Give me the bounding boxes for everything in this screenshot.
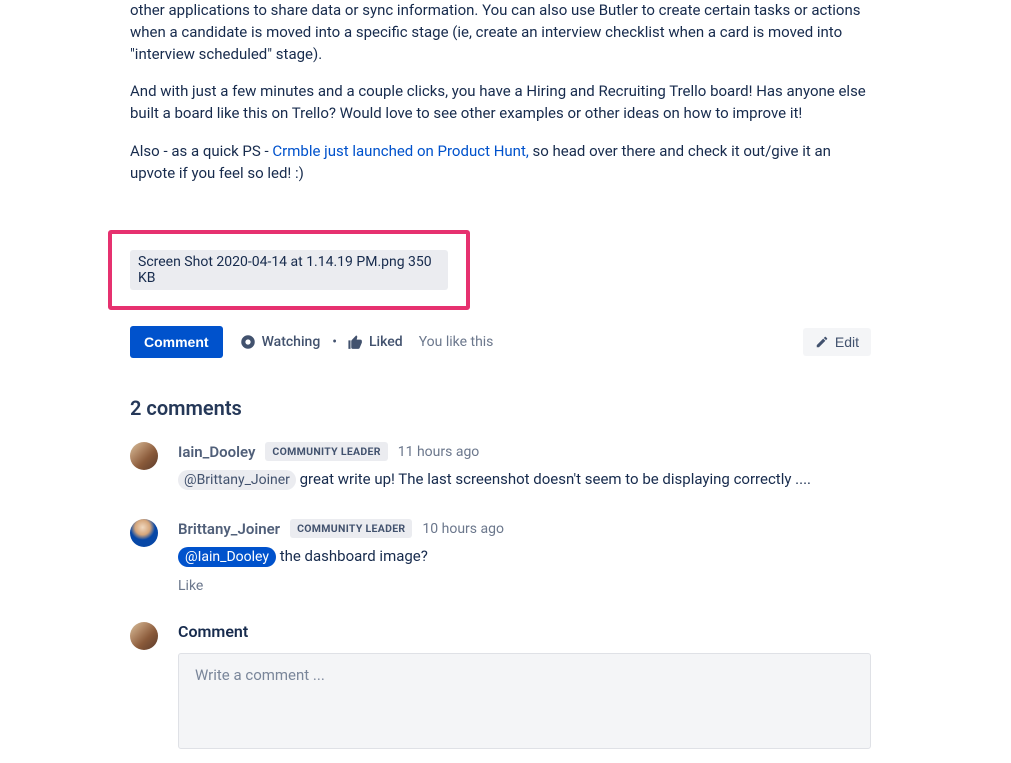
comment-item: Iain_Dooley COMMUNITY LEADER 11 hours ag… — [130, 442, 871, 491]
comment-timestamp: 10 hours ago — [422, 521, 504, 537]
comment-text: @Brittany_Joiner great write up! The las… — [178, 469, 871, 491]
avatar[interactable] — [130, 622, 158, 650]
comment-body-text: the dashboard image? — [276, 547, 428, 565]
comment-timestamp: 11 hours ago — [398, 444, 480, 460]
watching-label: Watching — [262, 334, 321, 350]
watching-toggle[interactable]: Watching — [239, 333, 321, 351]
comment-input[interactable] — [178, 653, 871, 749]
comment-author[interactable]: Brittany_Joiner — [178, 520, 280, 538]
user-mention[interactable]: @Brittany_Joiner — [178, 470, 296, 490]
liked-toggle[interactable]: Liked — [347, 334, 403, 351]
like-link[interactable]: Like — [178, 578, 203, 594]
post-paragraph: And with just a few minutes and a couple… — [130, 81, 871, 125]
post-paragraph: Also - as a quick PS - Crmble just launc… — [130, 141, 871, 185]
comments-count-header: 2 comments — [130, 396, 871, 420]
role-badge: COMMUNITY LEADER — [265, 442, 387, 461]
comment-text: @Iain_Dooley the dashboard image? — [178, 546, 871, 568]
comment-author[interactable]: Iain_Dooley — [178, 443, 255, 461]
comment-form: Comment — [130, 622, 871, 753]
comment-button[interactable]: Comment — [130, 326, 223, 358]
comment-body-text: great write up! The last screenshot does… — [296, 470, 811, 488]
text-prefix: Also - as a quick PS - — [130, 142, 272, 160]
comment-form-title: Comment — [178, 622, 871, 641]
eye-icon — [239, 333, 257, 351]
attachment-file[interactable]: Screen Shot 2020-04-14 at 1.14.19 PM.png… — [130, 250, 448, 290]
you-like-text: You like this — [419, 334, 494, 350]
comment-item: Brittany_Joiner COMMUNITY LEADER 10 hour… — [130, 519, 871, 594]
separator-dot: • — [332, 334, 337, 350]
action-bar: Comment Watching • Liked You like this E… — [130, 326, 871, 358]
edit-label: Edit — [835, 334, 859, 350]
liked-label: Liked — [369, 334, 403, 350]
avatar[interactable] — [130, 519, 158, 547]
avatar[interactable] — [130, 442, 158, 470]
thumbs-up-icon — [347, 334, 364, 351]
pencil-icon — [815, 335, 829, 349]
product-hunt-link[interactable]: Crmble just launched on Product Hunt, — [272, 142, 528, 160]
post-paragraph: other applications to share data or sync… — [130, 0, 871, 65]
attachment-highlight-box: Screen Shot 2020-04-14 at 1.14.19 PM.png… — [108, 230, 470, 310]
edit-button[interactable]: Edit — [803, 328, 871, 356]
role-badge: COMMUNITY LEADER — [290, 519, 412, 538]
user-mention[interactable]: @Iain_Dooley — [178, 547, 276, 567]
